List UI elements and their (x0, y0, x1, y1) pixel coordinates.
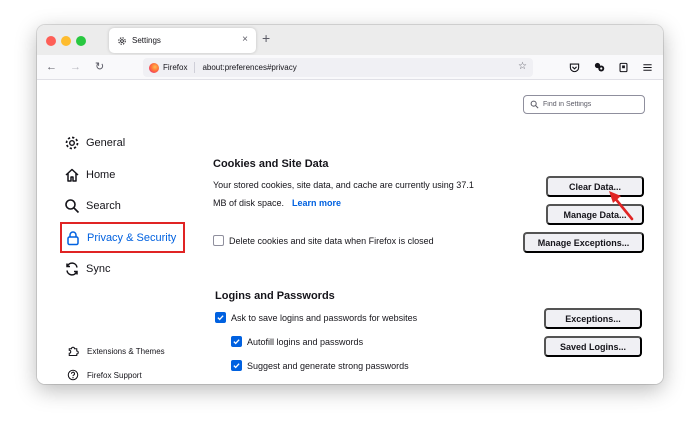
checkmark-icon (217, 315, 224, 321)
url-bar[interactable]: Firefox about:preferences#privacy ☆ (143, 58, 533, 77)
zoom-window-button[interactable] (76, 36, 86, 46)
home-icon (64, 167, 80, 183)
ask-to-save-row[interactable]: Ask to save logins and passwords for web… (215, 312, 417, 323)
back-button[interactable]: ← (46, 60, 57, 74)
menu-icon[interactable] (641, 61, 653, 73)
firefox-support-link[interactable]: Firefox Support (67, 369, 142, 381)
footer-item-label: Extensions & Themes (87, 346, 165, 356)
cookies-heading: Cookies and Site Data (213, 158, 329, 170)
close-window-button[interactable] (46, 36, 56, 46)
search-icon (530, 100, 539, 109)
search-input[interactable] (543, 101, 641, 108)
help-icon (67, 369, 79, 381)
checkbox-label: Ask to save logins and passwords for web… (231, 312, 418, 323)
checkmark-icon (233, 339, 240, 345)
url-divider (194, 62, 196, 73)
gear-icon (117, 36, 127, 46)
navigation-bar: ← → ↻ Firefox about:preferences#privacy … (37, 55, 663, 80)
sidebar-item-general[interactable]: General (64, 132, 125, 154)
tab-strip: Settings × + (37, 25, 663, 55)
close-tab-icon[interactable]: × (242, 34, 248, 45)
autofill-row[interactable]: Autofill logins and passwords (231, 336, 363, 347)
lock-icon (65, 230, 81, 246)
gear-icon (64, 135, 80, 151)
search-icon (64, 198, 80, 214)
checkbox-label: Delete cookies and site data when Firefo… (229, 235, 434, 246)
puzzle-icon (67, 345, 79, 357)
sidebar-item-search[interactable]: Search (64, 195, 121, 217)
autofill-checkbox[interactable] (231, 336, 242, 347)
delete-cookies-checkbox[interactable] (213, 235, 224, 246)
login-exceptions-button[interactable]: Exceptions... (544, 308, 642, 329)
extensions-icon[interactable] (617, 61, 629, 73)
cookies-description-line: Your stored cookies, site data, and cach… (213, 180, 474, 190)
url-text[interactable]: about:preferences#privacy (202, 63, 296, 72)
sidebar-item-home[interactable]: Home (64, 164, 115, 186)
checkbox-label: Autofill logins and passwords (247, 336, 364, 347)
reload-button[interactable]: ↻ (95, 60, 104, 74)
find-in-settings[interactable] (523, 95, 645, 114)
clear-data-button[interactable]: Clear Data... (546, 176, 644, 197)
manage-exceptions-button[interactable]: Manage Exceptions... (523, 232, 644, 253)
checkmark-icon (233, 363, 240, 369)
tab-title: Settings (132, 36, 161, 45)
sidebar-item-label: General (86, 137, 126, 149)
sidebar-item-label: Privacy & Security (87, 231, 177, 244)
sidebar-item-label: Sync (86, 263, 111, 275)
sidebar-item-sync[interactable]: Sync (64, 258, 110, 280)
logins-heading: Logins and Passwords (215, 290, 335, 302)
forward-button[interactable]: → (70, 60, 81, 74)
minimize-window-button[interactable] (61, 36, 71, 46)
delete-cookies-row[interactable]: Delete cookies and site data when Firefo… (213, 235, 434, 246)
cookies-description-text: MB of disk space. (213, 198, 285, 208)
cookies-description-line2: MB of disk space. Learn more (213, 194, 538, 212)
browser-window: Settings × + ← → ↻ Firefox about:prefere… (37, 25, 663, 384)
manage-data-button[interactable]: Manage Data... (546, 204, 644, 225)
tab-settings[interactable]: Settings × (109, 28, 256, 53)
suggest-passwords-row[interactable]: Suggest and generate strong passwords (231, 360, 409, 371)
cookies-description: Your stored cookies, site data, and cach… (213, 176, 538, 212)
checkbox-label: Suggest and generate strong passwords (247, 360, 409, 371)
ask-to-save-checkbox[interactable] (215, 312, 226, 323)
firefox-logo-icon (149, 62, 159, 73)
sidebar-item-label: Home (86, 169, 116, 181)
footer-item-label: Firefox Support (87, 370, 142, 380)
pocket-icon[interactable] (568, 61, 580, 73)
saved-logins-button[interactable]: Saved Logins... (544, 336, 642, 357)
learn-more-link[interactable]: Learn more (292, 198, 341, 208)
new-tab-button[interactable]: + (262, 30, 270, 46)
account-icon[interactable] (593, 61, 605, 73)
extensions-themes-link[interactable]: Extensions & Themes (67, 345, 165, 357)
sync-icon (64, 261, 80, 277)
sidebar-item-privacy-security[interactable]: Privacy & Security (60, 222, 185, 253)
url-identity-label: Firefox (163, 63, 188, 72)
sidebar-item-label: Search (86, 200, 121, 212)
suggest-passwords-checkbox[interactable] (231, 360, 242, 371)
settings-page: General Home Search Privacy & Security S (37, 80, 663, 384)
bookmark-star-icon[interactable]: ☆ (518, 61, 527, 72)
